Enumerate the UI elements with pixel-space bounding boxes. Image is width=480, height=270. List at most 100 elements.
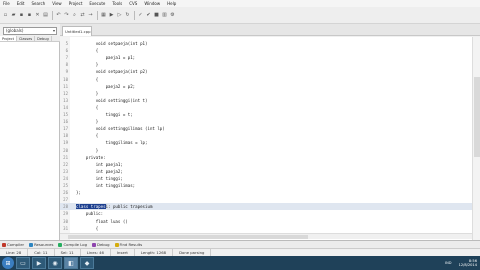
code-text-content: paeja1 = p1;	[76, 55, 136, 61]
run-icon[interactable]: ▶	[108, 12, 115, 19]
tab-label: Resources	[34, 242, 54, 247]
code-line[interactable]: 28 class trapesi: public trapesium	[60, 203, 472, 211]
undo-icon[interactable]: ↶	[55, 12, 62, 19]
taskbar-media-icon[interactable]: ▶	[32, 257, 46, 269]
tab-debug[interactable]: Debug	[35, 36, 52, 41]
menu-item-project[interactable]: Project	[69, 0, 83, 7]
code-line[interactable]: 29 public:	[60, 210, 472, 217]
taskbar-app-icon[interactable]: ◆	[80, 257, 94, 269]
fold-marker-icon	[69, 63, 73, 67]
save-icon[interactable]: ▪	[18, 12, 25, 19]
code-line[interactable]: 15 tinggi = t;	[60, 111, 472, 118]
menu-item-edit[interactable]: Edit	[17, 0, 25, 7]
line-number: 16	[63, 119, 68, 125]
code-line[interactable]: 25 int tinggilimas;	[60, 182, 472, 189]
compile-run-icon[interactable]: ▷	[116, 12, 123, 19]
debug-icon[interactable]: ✓	[137, 12, 144, 19]
fold-marker-icon	[69, 84, 73, 88]
code-line[interactable]: 31 {	[60, 225, 472, 232]
menu-item-help[interactable]: Help	[167, 0, 176, 7]
taskbar-explorer-icon[interactable]: ▭	[16, 257, 30, 269]
code-line[interactable]: 22 int paeja1;	[60, 161, 472, 168]
project-panel: Project Classes Debug	[0, 36, 60, 241]
tab-compile-log[interactable]: Compile Log	[58, 242, 87, 247]
code-line[interactable]: 23 int paeja2;	[60, 168, 472, 175]
tab-resources[interactable]: Resources	[29, 242, 53, 247]
code-line[interactable]: 18 {	[60, 132, 472, 139]
menu-item-window[interactable]: Window	[144, 0, 160, 7]
check-icon[interactable]: ✔	[145, 12, 152, 19]
menu-item-tools[interactable]: Tools	[112, 0, 122, 7]
code-line[interactable]: 16 }	[60, 118, 472, 125]
vertical-scrollbar[interactable]	[472, 37, 480, 241]
taskbar-browser-icon[interactable]: ◉	[48, 257, 62, 269]
code-line[interactable]: 5 void setpaeja(int p1)	[60, 40, 472, 47]
code-line[interactable]: 24 int tinggi;	[60, 175, 472, 182]
file-tab[interactable]: Untitled1.cpp	[62, 26, 92, 36]
new-file-icon[interactable]: ▫	[2, 12, 9, 19]
tab-find-results[interactable]: Find Results	[114, 242, 142, 247]
menu-item-view[interactable]: View	[52, 0, 62, 7]
chart-icon[interactable]: ▥	[161, 12, 168, 19]
code-text: void setpaeja(int p1)	[76, 40, 148, 47]
code-line[interactable]: 26};	[60, 189, 472, 196]
code-line[interactable]: 10 {	[60, 76, 472, 83]
code-line[interactable]: 6 {	[60, 47, 472, 54]
code-text: paeja1 = p1;	[76, 54, 136, 61]
code-line[interactable]: 9 void setpaeja(int p2)	[60, 68, 472, 75]
replace-icon[interactable]: ⇄	[79, 12, 86, 19]
menu-item-execute[interactable]: Execute	[89, 0, 105, 7]
code-line[interactable]: 30 float luas ()	[60, 218, 472, 225]
redo-icon[interactable]: ↷	[63, 12, 70, 19]
open-icon[interactable]: ▰	[10, 12, 17, 19]
tab-classes[interactable]: Classes	[17, 36, 36, 41]
app-window: File Edit Search View Project Execute Tools CVS…	[0, 0, 480, 270]
code-line[interactable]: 27	[60, 196, 472, 203]
taskbar-devcpp-icon[interactable]: ◧	[64, 257, 78, 269]
menu-item-cvs[interactable]: CVS	[129, 0, 137, 7]
code-line[interactable]: 21 private:	[60, 154, 472, 161]
language-indicator[interactable]: IND	[445, 261, 452, 265]
code-line[interactable]: 19 tinggilimas = lp;	[60, 139, 472, 146]
tab-debug-output[interactable]: Debug	[92, 242, 110, 247]
print-icon[interactable]: ▤	[42, 12, 49, 19]
close-icon[interactable]: ✕	[34, 12, 41, 19]
horizontal-scrollbar[interactable]	[60, 233, 472, 239]
code-line[interactable]: 12 }	[60, 90, 472, 97]
stop-icon[interactable]: ■	[153, 12, 160, 19]
compile-icon[interactable]: ▦	[100, 12, 107, 19]
menu-item-search[interactable]: Search	[31, 0, 45, 7]
code-text: int paeja1;	[76, 161, 123, 168]
code-line[interactable]: 13 void settinggi(int t)	[60, 97, 472, 104]
class-combo[interactable]: (globals) ▾	[3, 27, 57, 35]
code-text: private:	[76, 154, 106, 161]
code-text-content: tinggilimas = lp;	[76, 140, 148, 146]
line-number: 25	[63, 183, 68, 189]
rebuild-icon[interactable]: ↻	[124, 12, 131, 19]
code-line[interactable]: 14 {	[60, 104, 472, 111]
code-line[interactable]: 8 }	[60, 61, 472, 68]
code-editor[interactable]: 5 void setpaeja(int p1) 6 {7 paeja1 = p1;…	[60, 37, 472, 241]
clock[interactable]: 8:56 12/8/2014	[456, 259, 477, 268]
line-number: 23	[63, 168, 68, 174]
fold-marker-icon	[69, 49, 73, 53]
goto-icon[interactable]: →	[87, 12, 94, 19]
menu-item-file[interactable]: File	[3, 0, 10, 7]
code-line[interactable]: 17 void settinggilimas (int lp)	[60, 125, 472, 132]
code-text: void settinggilimas (int lp)	[76, 125, 165, 132]
find-icon[interactable]: ⌕	[71, 12, 78, 19]
code-text: {	[76, 104, 98, 111]
code-text-content: int paeja2;	[76, 168, 123, 174]
tab-compiler[interactable]: Compiler	[2, 242, 24, 247]
start-button[interactable]: ⊞	[2, 257, 14, 269]
code-text: void settinggi(int t)	[76, 97, 148, 104]
vertical-scroll-thumb[interactable]	[474, 77, 480, 157]
save-all-icon[interactable]: ▪	[26, 12, 33, 19]
settings-icon[interactable]: ⚙	[169, 12, 176, 19]
horizontal-scroll-thumb[interactable]	[68, 235, 308, 239]
fold-marker-icon	[69, 155, 73, 159]
tab-project[interactable]: Project	[0, 36, 17, 41]
code-line[interactable]: 11 paeja2 = p2;	[60, 83, 472, 90]
code-line[interactable]: 7 paeja1 = p1;	[60, 54, 472, 61]
code-line[interactable]: 20 }	[60, 147, 472, 154]
